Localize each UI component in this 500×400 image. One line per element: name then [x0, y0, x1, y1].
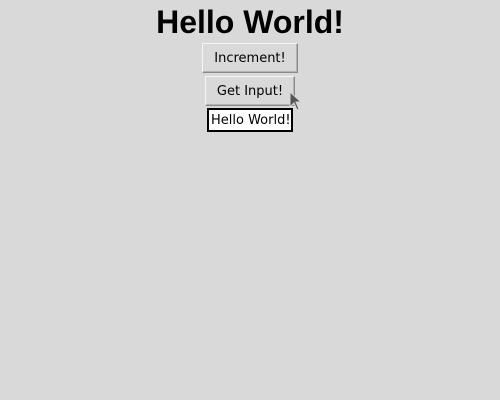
- page-title: Hello World!: [156, 4, 344, 40]
- increment-button-label: Increment!: [214, 50, 286, 66]
- app-window: Hello World! Increment! Get Input! Hello…: [0, 0, 500, 400]
- increment-button[interactable]: Increment!: [202, 43, 298, 73]
- text-entry-value: Hello World!: [211, 112, 291, 128]
- text-entry[interactable]: Hello World!: [207, 108, 293, 132]
- mouse-pointer-icon: [289, 91, 303, 111]
- get-input-button[interactable]: Get Input!: [205, 76, 295, 106]
- get-input-button-label: Get Input!: [216, 83, 284, 99]
